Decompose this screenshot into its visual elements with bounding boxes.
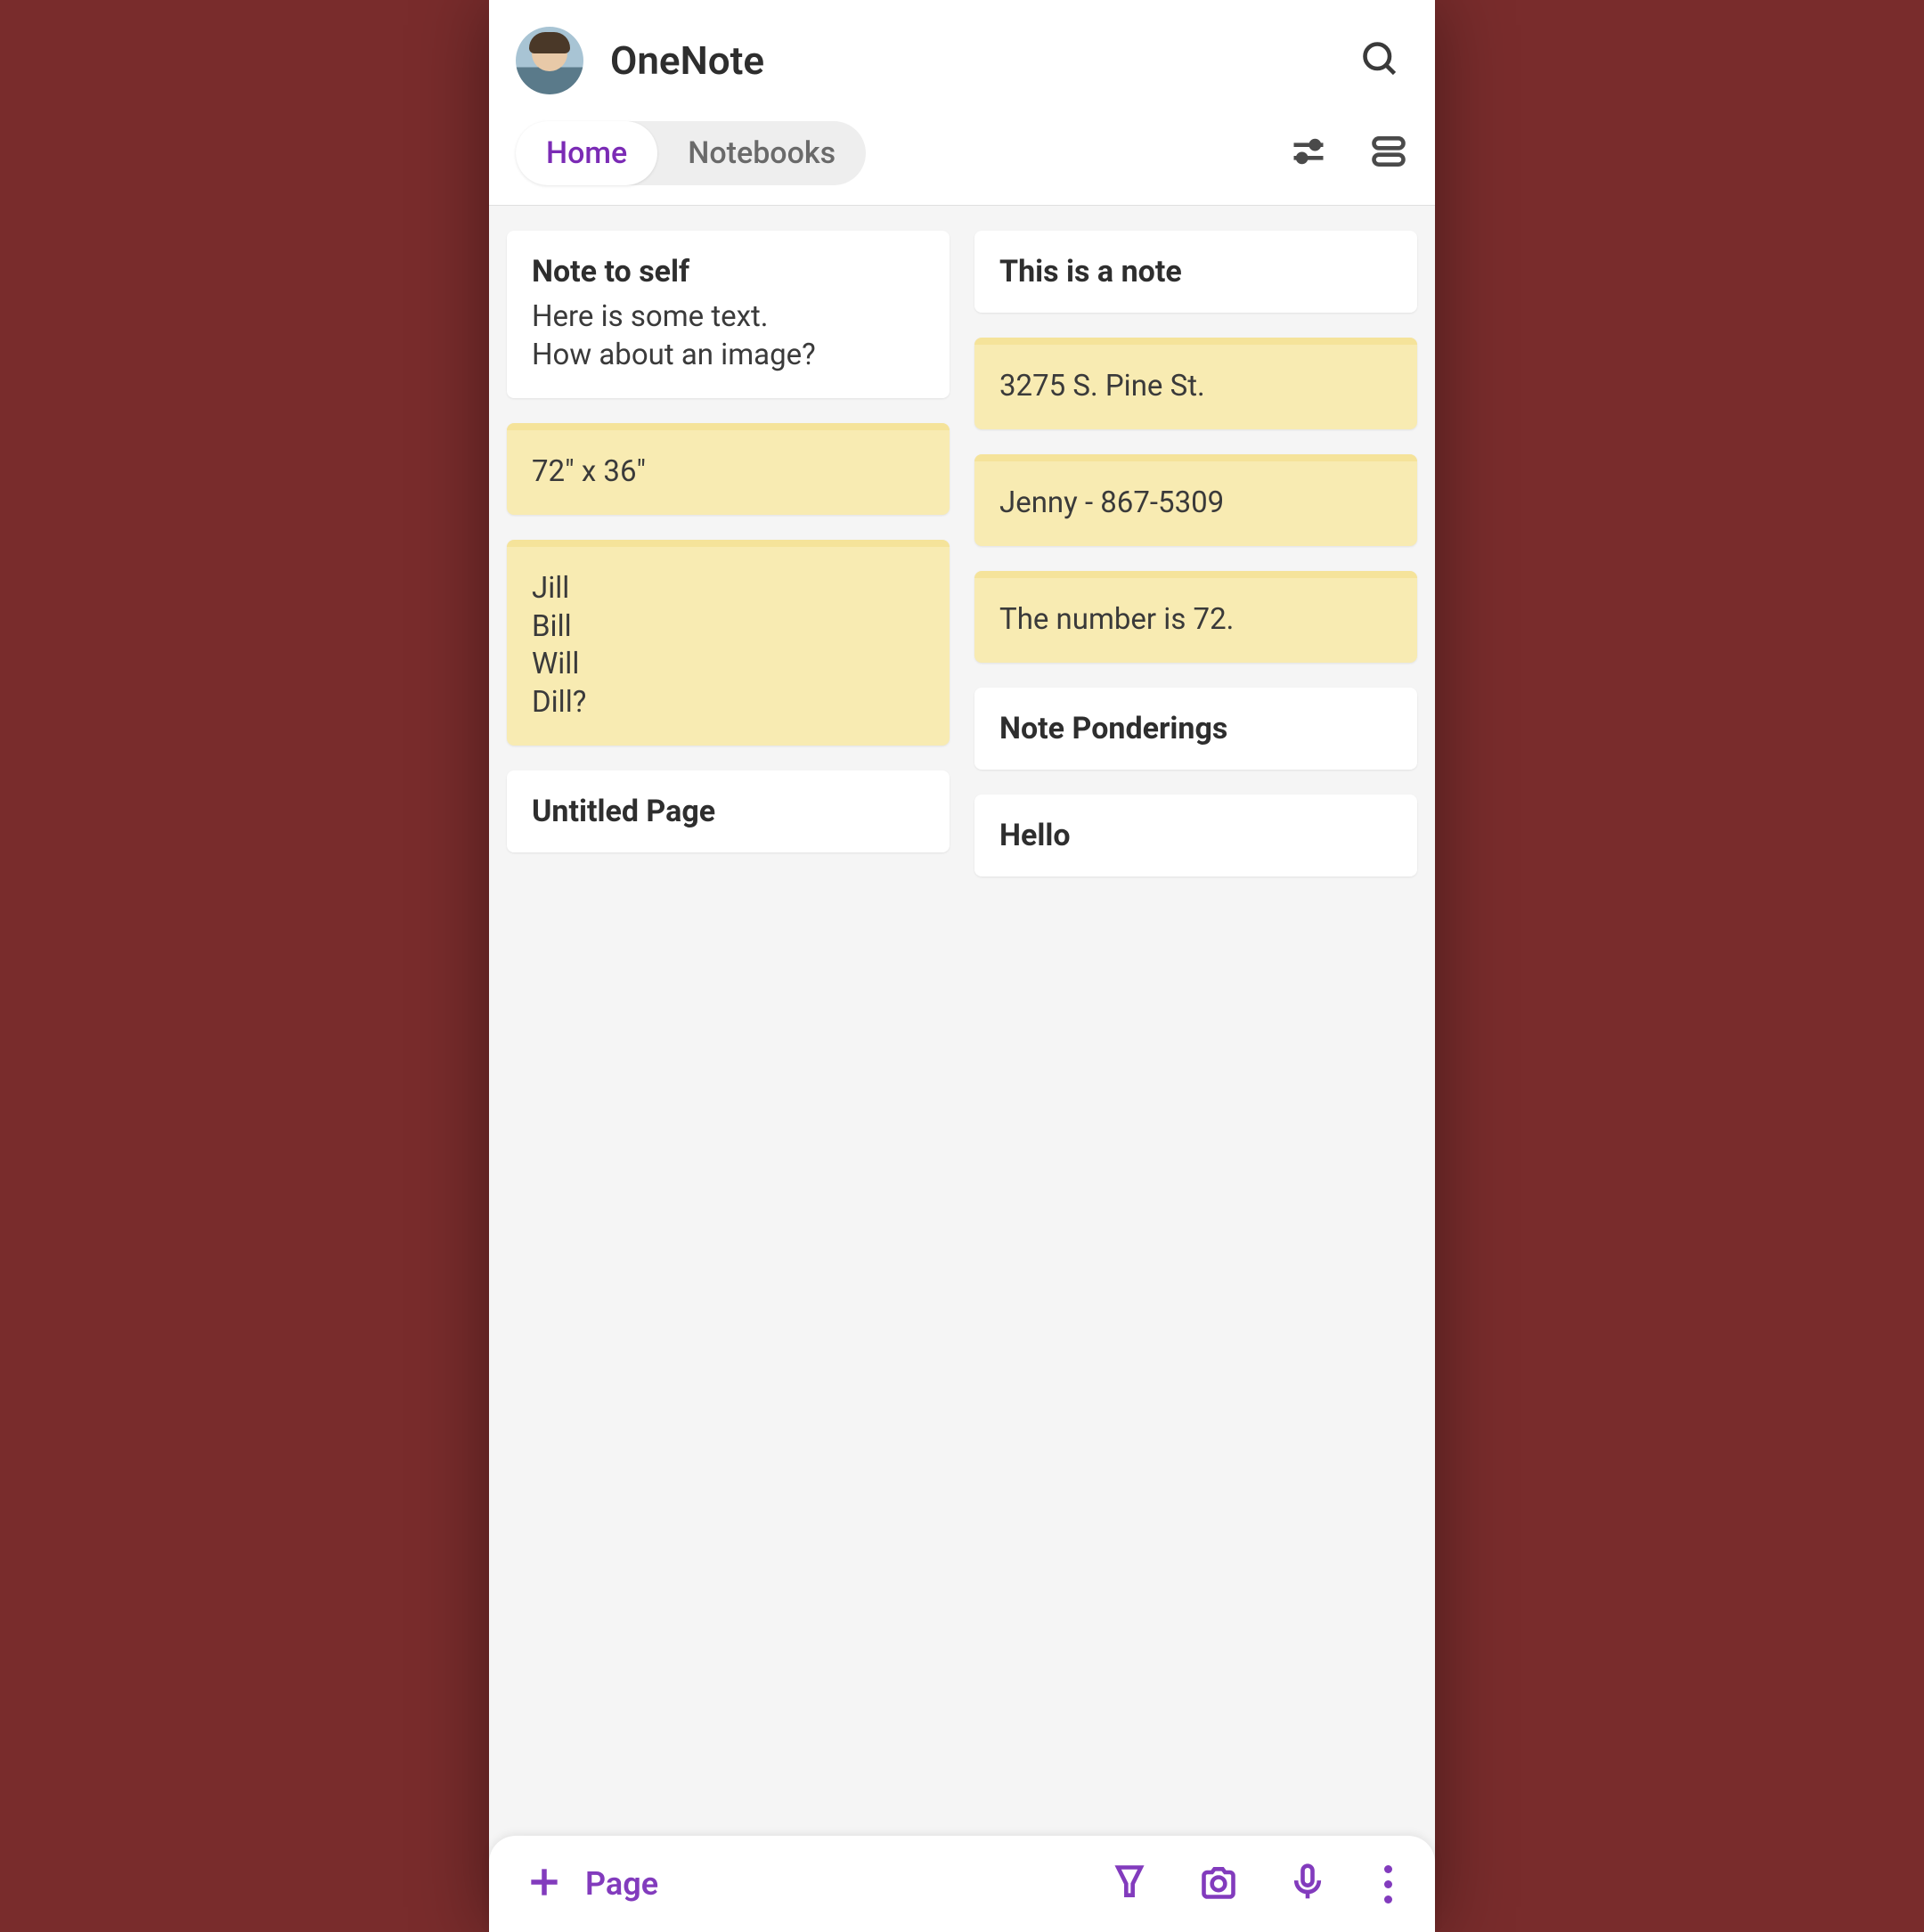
note-card-sticky[interactable]: The number is 72. [974,571,1417,663]
page-label: Page [585,1865,658,1903]
note-card-sticky[interactable]: 3275 S. Pine St. [974,338,1417,429]
note-card[interactable]: Hello [974,795,1417,876]
note-title: Note Ponderings [999,711,1392,746]
note-card-sticky[interactable]: Jill Bill Will Dill? [507,540,950,746]
notes-column-left: Note to self Here is some text. How abou… [507,231,950,1811]
tab-notebooks[interactable]: Notebooks [657,121,866,185]
note-body: Here is some text. How about an image? [532,298,925,375]
toolbar-icons [1289,132,1408,175]
note-card[interactable]: This is a note [974,231,1417,313]
new-page-button[interactable]: Page [525,1863,658,1905]
content-area: Note to self Here is some text. How abou… [489,206,1435,1836]
filter-icon[interactable] [1289,132,1328,175]
microphone-icon[interactable] [1288,1863,1327,1905]
bottom-actions [1110,1863,1399,1905]
note-title: Hello [999,818,1392,853]
note-body: 3275 S. Pine St. [999,368,1392,406]
bottom-bar: Page [489,1836,1435,1932]
note-body: The number is 72. [999,601,1392,640]
note-title: This is a note [999,254,1392,289]
pen-icon[interactable] [1110,1863,1149,1905]
tabs-row: Home Notebooks [489,112,1435,206]
note-card-sticky[interactable]: Jenny - 867-5309 [974,454,1417,546]
tab-home[interactable]: Home [516,121,657,185]
note-body: Jill Bill Will Dill? [532,570,925,723]
note-title: Note to self [532,254,925,289]
search-icon[interactable] [1360,39,1399,82]
camera-icon[interactable] [1199,1863,1238,1905]
note-card[interactable]: Note Ponderings [974,688,1417,770]
app-title: OneNote [610,37,764,84]
note-body: 72" x 36" [532,453,925,492]
note-card[interactable]: Untitled Page [507,770,950,852]
note-card[interactable]: Note to self Here is some text. How abou… [507,231,950,398]
note-title: Untitled Page [532,794,925,829]
header: OneNote [489,0,1435,112]
plus-icon [525,1863,564,1905]
app-screen: OneNote Home Notebooks Note to self Here… [489,0,1435,1932]
header-left: OneNote [516,27,764,94]
note-card-sticky[interactable]: 72" x 36" [507,423,950,515]
avatar[interactable] [516,27,583,94]
note-body: Jenny - 867-5309 [999,485,1392,523]
more-icon[interactable] [1377,1865,1399,1903]
tab-group: Home Notebooks [516,121,866,185]
view-list-icon[interactable] [1369,132,1408,175]
notes-column-right: This is a note 3275 S. Pine St. Jenny - … [974,231,1417,1811]
